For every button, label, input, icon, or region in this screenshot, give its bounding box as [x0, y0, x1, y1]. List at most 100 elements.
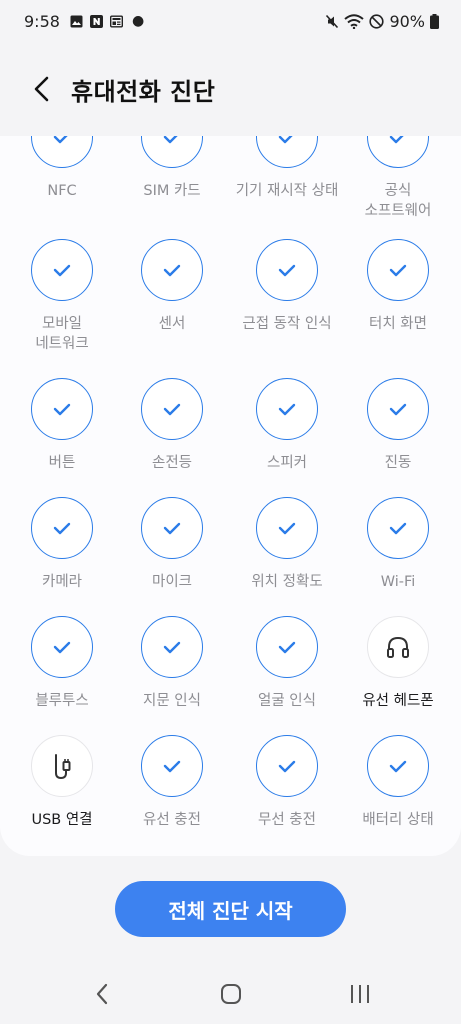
status-circle-untested — [31, 735, 93, 797]
checkmark-icon — [388, 402, 408, 416]
diagnostic-label: 손전등 — [151, 455, 193, 471]
usb-cable-icon — [48, 751, 76, 781]
diagnostic-label: 무선 충전 — [258, 812, 316, 828]
checkmark-icon — [388, 136, 408, 144]
diagnostic-label: 마이크 — [151, 574, 193, 590]
status-circle-passed — [141, 136, 203, 168]
news-icon — [109, 15, 123, 27]
diagnostic-label: 블루투스 — [35, 693, 89, 709]
status-circle-passed — [367, 378, 429, 440]
status-circle-passed — [367, 136, 429, 168]
diagnostic-label: 공식 소프트웨어 — [364, 183, 432, 219]
diagnostic-label: 카메라 — [41, 574, 83, 590]
diagnostic-item[interactable]: 유선 헤드폰 — [342, 616, 454, 726]
checkmark-icon — [277, 521, 297, 535]
diagnostic-item[interactable]: 카메라 — [6, 497, 118, 607]
checkmark-icon — [162, 640, 182, 654]
status-circle-passed — [256, 616, 318, 678]
diagnostic-label: 터치 화면 — [369, 316, 427, 332]
diagnostic-label: 얼굴 인식 — [258, 693, 316, 709]
diagnostic-label: 진동 — [384, 455, 412, 471]
diagnostic-item[interactable]: SIM 카드 — [116, 136, 228, 216]
nav-home-button[interactable] — [209, 976, 253, 1012]
diagnostic-label: 유선 충전 — [143, 812, 201, 828]
status-circle-passed — [256, 239, 318, 301]
status-time: 9:58 — [24, 11, 60, 31]
diagnostic-item[interactable]: 스피커 — [231, 378, 343, 488]
diagnostic-item[interactable]: NFC — [6, 136, 118, 216]
diagnostic-label: Wi-Fi — [380, 574, 416, 590]
diagnostic-item[interactable]: 유선 충전 — [116, 735, 228, 845]
diagnostic-label: 근접 동작 인식 — [242, 316, 332, 332]
checkmark-icon — [162, 402, 182, 416]
diagnostic-label: 스피커 — [266, 455, 308, 471]
diagnostic-item[interactable]: 마이크 — [116, 497, 228, 607]
diagnostic-item[interactable]: 진동 — [342, 378, 454, 488]
back-button[interactable] — [22, 69, 62, 109]
status-circle-passed — [367, 735, 429, 797]
dnd-icon — [369, 13, 385, 29]
diagnostic-label: 센서 — [158, 316, 186, 332]
status-circle-passed — [367, 239, 429, 301]
diagnostic-label: SIM 카드 — [143, 183, 201, 199]
checkmark-icon — [277, 640, 297, 654]
status-bar: 9:58 ● 90% — [0, 0, 461, 42]
checkmark-icon — [388, 521, 408, 535]
diagnostic-item[interactable]: 블루투스 — [6, 616, 118, 726]
page-title: 휴대전화 진단 — [71, 77, 216, 106]
status-circle-passed — [256, 136, 318, 168]
recents-icon — [351, 985, 369, 1003]
checkmark-icon — [52, 263, 72, 277]
status-circle-untested — [367, 616, 429, 678]
diagnostics-grid: NFC SIM 카드 기기 재시작 상태 공식 소프트웨어모바일 네트워크 센서 근접 동… — [0, 136, 461, 856]
diagnostic-item[interactable]: 터치 화면 — [342, 239, 454, 349]
diagnostic-item[interactable]: 손전등 — [116, 378, 228, 488]
diagnostic-label: 기기 재시작 상태 — [235, 183, 339, 199]
home-icon — [221, 984, 241, 1004]
diagnostic-item[interactable]: 위치 정확도 — [231, 497, 343, 607]
checkmark-icon — [52, 402, 72, 416]
checkmark-icon — [277, 263, 297, 277]
diagnostic-item[interactable]: 지문 인식 — [116, 616, 228, 726]
diagnostic-item[interactable]: 공식 소프트웨어 — [342, 136, 454, 219]
diagnostic-item[interactable]: 근접 동작 인식 — [231, 239, 343, 349]
checkmark-icon — [388, 759, 408, 773]
checkmark-icon — [277, 402, 297, 416]
status-circle-passed — [367, 497, 429, 559]
start-full-diagnosis-button[interactable]: 전체 진단 시작 — [115, 881, 346, 937]
diagnostic-item[interactable]: Wi-Fi — [342, 497, 454, 607]
status-circle-passed — [141, 378, 203, 440]
status-circle-passed — [31, 497, 93, 559]
status-circle-passed — [31, 616, 93, 678]
diagnostic-item[interactable]: 얼굴 인식 — [231, 616, 343, 726]
notification-dot: ● — [131, 13, 145, 29]
nav-back-button[interactable] — [80, 976, 124, 1012]
checkmark-icon — [162, 263, 182, 277]
nav-recents-button[interactable] — [338, 976, 382, 1012]
status-circle-passed — [256, 497, 318, 559]
checkmark-icon — [52, 521, 72, 535]
diagnostic-label: 지문 인식 — [143, 693, 201, 709]
diagnostic-item[interactable]: 무선 충전 — [231, 735, 343, 845]
diagnostic-item[interactable]: 버튼 — [6, 378, 118, 488]
checkmark-icon — [388, 263, 408, 277]
mute-icon — [326, 14, 339, 28]
checkmark-icon — [277, 759, 297, 773]
status-circle-passed — [141, 239, 203, 301]
diagnostic-item[interactable]: 모바일 네트워크 — [6, 239, 118, 352]
status-circle-passed — [256, 735, 318, 797]
diagnostic-item[interactable]: 배터리 상태 — [342, 735, 454, 845]
status-circle-passed — [141, 497, 203, 559]
checkmark-icon — [277, 136, 297, 144]
status-circle-passed — [141, 616, 203, 678]
chevron-left-icon — [34, 76, 49, 102]
diagnostic-label: USB 연결 — [31, 812, 93, 828]
battery-icon — [430, 13, 439, 29]
diagnostic-item[interactable]: USB 연결 — [6, 735, 118, 845]
diagnostic-label: 위치 정확도 — [251, 574, 323, 590]
checkmark-icon — [162, 521, 182, 535]
diagnostic-item[interactable]: 기기 재시작 상태 — [231, 136, 343, 216]
diagnostic-label: 버튼 — [48, 455, 76, 471]
naver-icon — [89, 14, 103, 28]
diagnostic-item[interactable]: 센서 — [116, 239, 228, 349]
